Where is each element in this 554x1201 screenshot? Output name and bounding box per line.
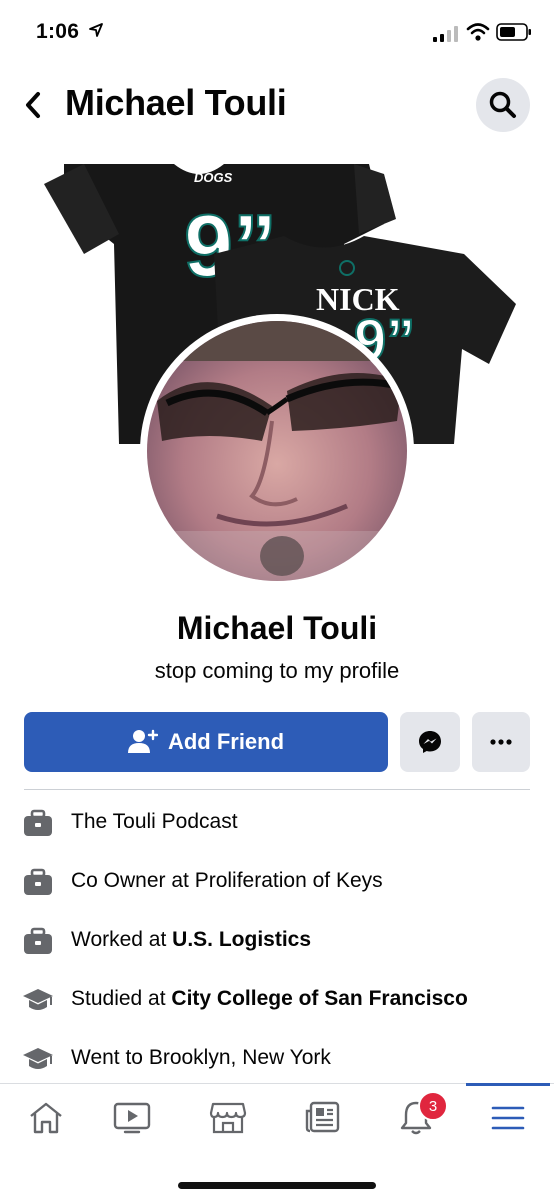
profile-picture[interactable] (140, 314, 414, 588)
profile-name: Michael Touli (176, 610, 378, 646)
tab-watch[interactable] (86, 1084, 178, 1152)
news-icon (305, 1101, 340, 1133)
tab-home[interactable] (0, 1084, 92, 1152)
add-friend-icon (127, 729, 158, 753)
tab-news[interactable] (276, 1084, 368, 1152)
signal-icon (433, 26, 458, 42)
graduation-cap-icon (23, 1048, 53, 1069)
graduation-cap-icon (23, 989, 53, 1010)
search-icon (489, 91, 516, 118)
marketplace-icon (209, 1102, 247, 1134)
tab-marketplace[interactable] (182, 1084, 274, 1152)
battery-icon (496, 23, 531, 41)
watch-icon (113, 1102, 151, 1134)
back-button[interactable] (18, 88, 48, 122)
menu-icon (491, 1106, 525, 1130)
bottom-tab-bar: 3 (0, 1083, 554, 1201)
profile-bio: stop coming to my profile (154, 658, 400, 683)
add-friend-label: Add Friend (167, 729, 285, 754)
section-divider (24, 789, 530, 790)
briefcase-icon (24, 809, 52, 836)
wifi-icon (466, 23, 490, 41)
intro-item: Went to Brooklyn, New York (0, 1030, 554, 1086)
search-button[interactable] (476, 78, 530, 132)
intro-text: Worked at (71, 928, 173, 951)
intro-text: The Touli Podcast (71, 810, 238, 833)
briefcase-icon (24, 868, 52, 895)
intro-bold-link[interactable]: U.S. Logistics (172, 928, 311, 951)
intro-text: Studied at (71, 987, 172, 1010)
notification-badge: 3 (418, 1091, 448, 1121)
intro-item: Studied at City College of San Francisco (0, 971, 554, 1027)
intro-text: Went to Brooklyn, New York (71, 1046, 331, 1069)
location-arrow-icon (89, 23, 103, 37)
add-friend-button[interactable]: Add Friend (24, 712, 388, 772)
status-time: 1:06 (36, 20, 80, 43)
messenger-icon (419, 731, 441, 753)
home-icon (30, 1102, 62, 1134)
intro-item: Co Owner at Proliferation of Keys (0, 853, 554, 909)
intro-item: The Touli Podcast (0, 794, 554, 850)
chevron-left-icon (26, 92, 40, 118)
tab-menu[interactable] (462, 1084, 554, 1152)
avatar (147, 321, 407, 581)
intro-bold-link[interactable]: City College of San Francisco (171, 987, 467, 1010)
home-indicator (178, 1182, 376, 1189)
more-dots-icon (490, 739, 512, 745)
status-bar: 1:06 (0, 0, 554, 66)
page-title: Michael Touli (65, 82, 287, 123)
profile-header: Michael Touli (0, 72, 554, 136)
shirt-brand-text: DOGS (194, 170, 233, 185)
more-options-button[interactable] (472, 712, 530, 772)
briefcase-icon (24, 927, 52, 954)
intro-text: Co Owner at Proliferation of Keys (71, 869, 383, 892)
message-button[interactable] (400, 712, 460, 772)
tab-notifications[interactable] (370, 1084, 462, 1152)
intro-item: Worked at U.S. Logistics (0, 912, 554, 968)
